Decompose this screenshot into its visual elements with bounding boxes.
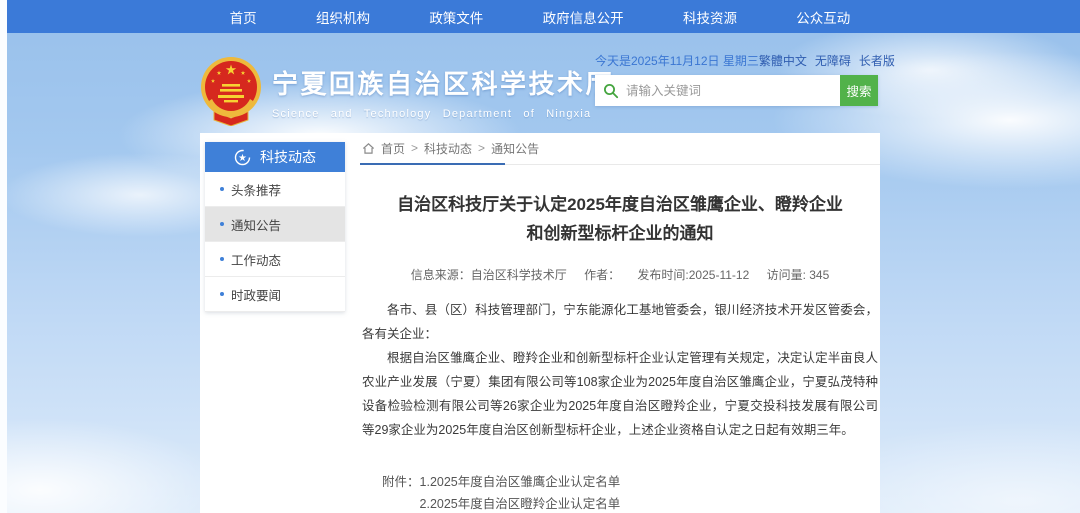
breadcrumb-sci-tech-news[interactable]: 科技动态: [424, 140, 472, 157]
national-emblem-logo: [199, 56, 263, 126]
content-wrapper: 科技动态 头条推荐 通知公告 工作动态 时政要闻: [200, 133, 880, 513]
nav-item-gov-info-disclosure[interactable]: 政府信息公开: [543, 7, 624, 27]
nav-item-public-interaction[interactable]: 公众互动: [796, 7, 850, 27]
bullet-dot-icon: [220, 187, 224, 191]
bullet-dot-icon: [220, 222, 224, 226]
sidebar-item-label: 头条推荐: [231, 180, 281, 199]
search-button[interactable]: 搜索: [840, 75, 878, 106]
article-title: 自治区科技厅关于认定2025年度自治区雏鹰企业、瞪羚企业 和创新型标杆企业的通知: [360, 191, 880, 249]
attachment-link-1[interactable]: 1.2025年度自治区雏鹰企业认定名单: [420, 471, 658, 493]
star-circle-icon: [234, 149, 251, 166]
article-title-line1: 自治区科技厅关于认定2025年度自治区雏鹰企业、瞪羚企业: [360, 191, 880, 220]
article-title-line2: 和创新型标杆企业的通知: [360, 220, 880, 249]
main-content: 首页 > 科技动态 > 通知公告 自治区科技厅关于认定2025年度自治区雏鹰企业…: [360, 133, 880, 513]
meta-author: 作者：: [584, 268, 620, 282]
meta-publish-date: 发布时间:2025-11-12: [637, 268, 749, 282]
breadcrumb-separator: >: [478, 141, 485, 155]
article-paragraph: 根据自治区雏鹰企业、瞪羚企业和创新型标杆企业认定管理有关规定，决定认定半亩良人农…: [362, 346, 878, 442]
date-row: 今天是2025年11月12日 星期三 繁體中文 无障碍 长者版: [595, 52, 878, 68]
page-background: 首页 组织机构 政策文件 政府信息公开 科技资源 公众互动 宁夏回族自治区科学技…: [0, 0, 1080, 513]
attachments-list: 1.2025年度自治区雏鹰企业认定名单 2.2025年度自治区瞪羚企业认定名单 …: [420, 471, 658, 513]
header-right: 今天是2025年11月12日 星期三 繁體中文 无障碍 长者版 搜索: [595, 52, 878, 106]
sidebar-item-label: 时政要闻: [231, 285, 281, 304]
site-title-block: 宁夏回族自治区科学技术厅 Science and Technology Depa…: [272, 64, 614, 120]
search-input[interactable]: [626, 84, 840, 98]
site-subtitle: Science and Technology Department of Nin…: [272, 108, 614, 120]
nav-item-organization[interactable]: 组织机构: [316, 7, 370, 27]
attachment-link-2[interactable]: 2.2025年度自治区瞪羚企业认定名单: [420, 493, 658, 513]
sidebar-item-political-news[interactable]: 时政要闻: [205, 277, 345, 312]
nav-item-home[interactable]: 首页: [230, 7, 257, 27]
current-date: 今天是2025年11月12日 星期三: [595, 52, 759, 69]
breadcrumb-notices[interactable]: 通知公告: [491, 140, 539, 157]
link-traditional-chinese[interactable]: 繁體中文: [759, 52, 807, 69]
breadcrumb-home[interactable]: 首页: [381, 140, 405, 157]
attachments-label: 附件：: [382, 471, 420, 513]
home-icon: [362, 142, 375, 155]
bullet-dot-icon: [220, 257, 224, 261]
meta-source: 信息来源：自治区科学技术厅: [411, 268, 567, 282]
breadcrumb-separator: >: [411, 141, 418, 155]
search-icon: [603, 83, 619, 99]
article-meta: 信息来源：自治区科学技术厅 作者： 发布时间:2025-11-12 访问量: 3…: [360, 266, 880, 283]
nav-item-sci-tech-resources[interactable]: 科技资源: [683, 7, 737, 27]
nav-item-policy-documents[interactable]: 政策文件: [429, 7, 483, 27]
link-accessibility[interactable]: 无障碍: [815, 52, 851, 69]
site-title: 宁夏回族自治区科学技术厅: [272, 64, 614, 101]
sidebar-item-notices[interactable]: 通知公告: [205, 207, 345, 242]
left-edge-strip: [0, 0, 7, 513]
top-navigation-items: 首页 组织机构 政策文件 政府信息公开 科技资源 公众互动: [200, 0, 880, 33]
sidebar-item-work-updates[interactable]: 工作动态: [205, 242, 345, 277]
sidebar-item-label: 工作动态: [231, 250, 281, 269]
link-senior-version[interactable]: 长者版: [859, 52, 895, 69]
top-navigation-bar: 首页 组织机构 政策文件 政府信息公开 科技资源 公众互动: [7, 0, 1080, 33]
attachments-section: 附件： 1.2025年度自治区雏鹰企业认定名单 2.2025年度自治区瞪羚企业认…: [382, 471, 880, 513]
sidebar-item-label: 通知公告: [231, 215, 281, 234]
breadcrumb-divider: [360, 163, 880, 165]
search-input-wrap: [595, 75, 840, 106]
article-paragraph: 各市、县（区）科技管理部门，宁东能源化工基地管委会，银川经济技术开发区管委会，各…: [362, 298, 878, 346]
sidebar: 科技动态 头条推荐 通知公告 工作动态 时政要闻: [205, 142, 345, 312]
quick-links: 繁體中文 无障碍 长者版: [759, 52, 895, 69]
sidebar-item-headline-recommend[interactable]: 头条推荐: [205, 172, 345, 207]
article-body: 各市、县（区）科技管理部门，宁东能源化工基地管委会，银川经济技术开发区管委会，各…: [360, 298, 880, 442]
bullet-dot-icon: [220, 292, 224, 296]
search-bar: 搜索: [595, 75, 878, 106]
sidebar-title: 科技动态: [260, 147, 316, 167]
meta-visits: 访问量: 345: [767, 268, 830, 282]
breadcrumb: 首页 > 科技动态 > 通知公告: [360, 133, 880, 163]
sidebar-header[interactable]: 科技动态: [205, 142, 345, 172]
